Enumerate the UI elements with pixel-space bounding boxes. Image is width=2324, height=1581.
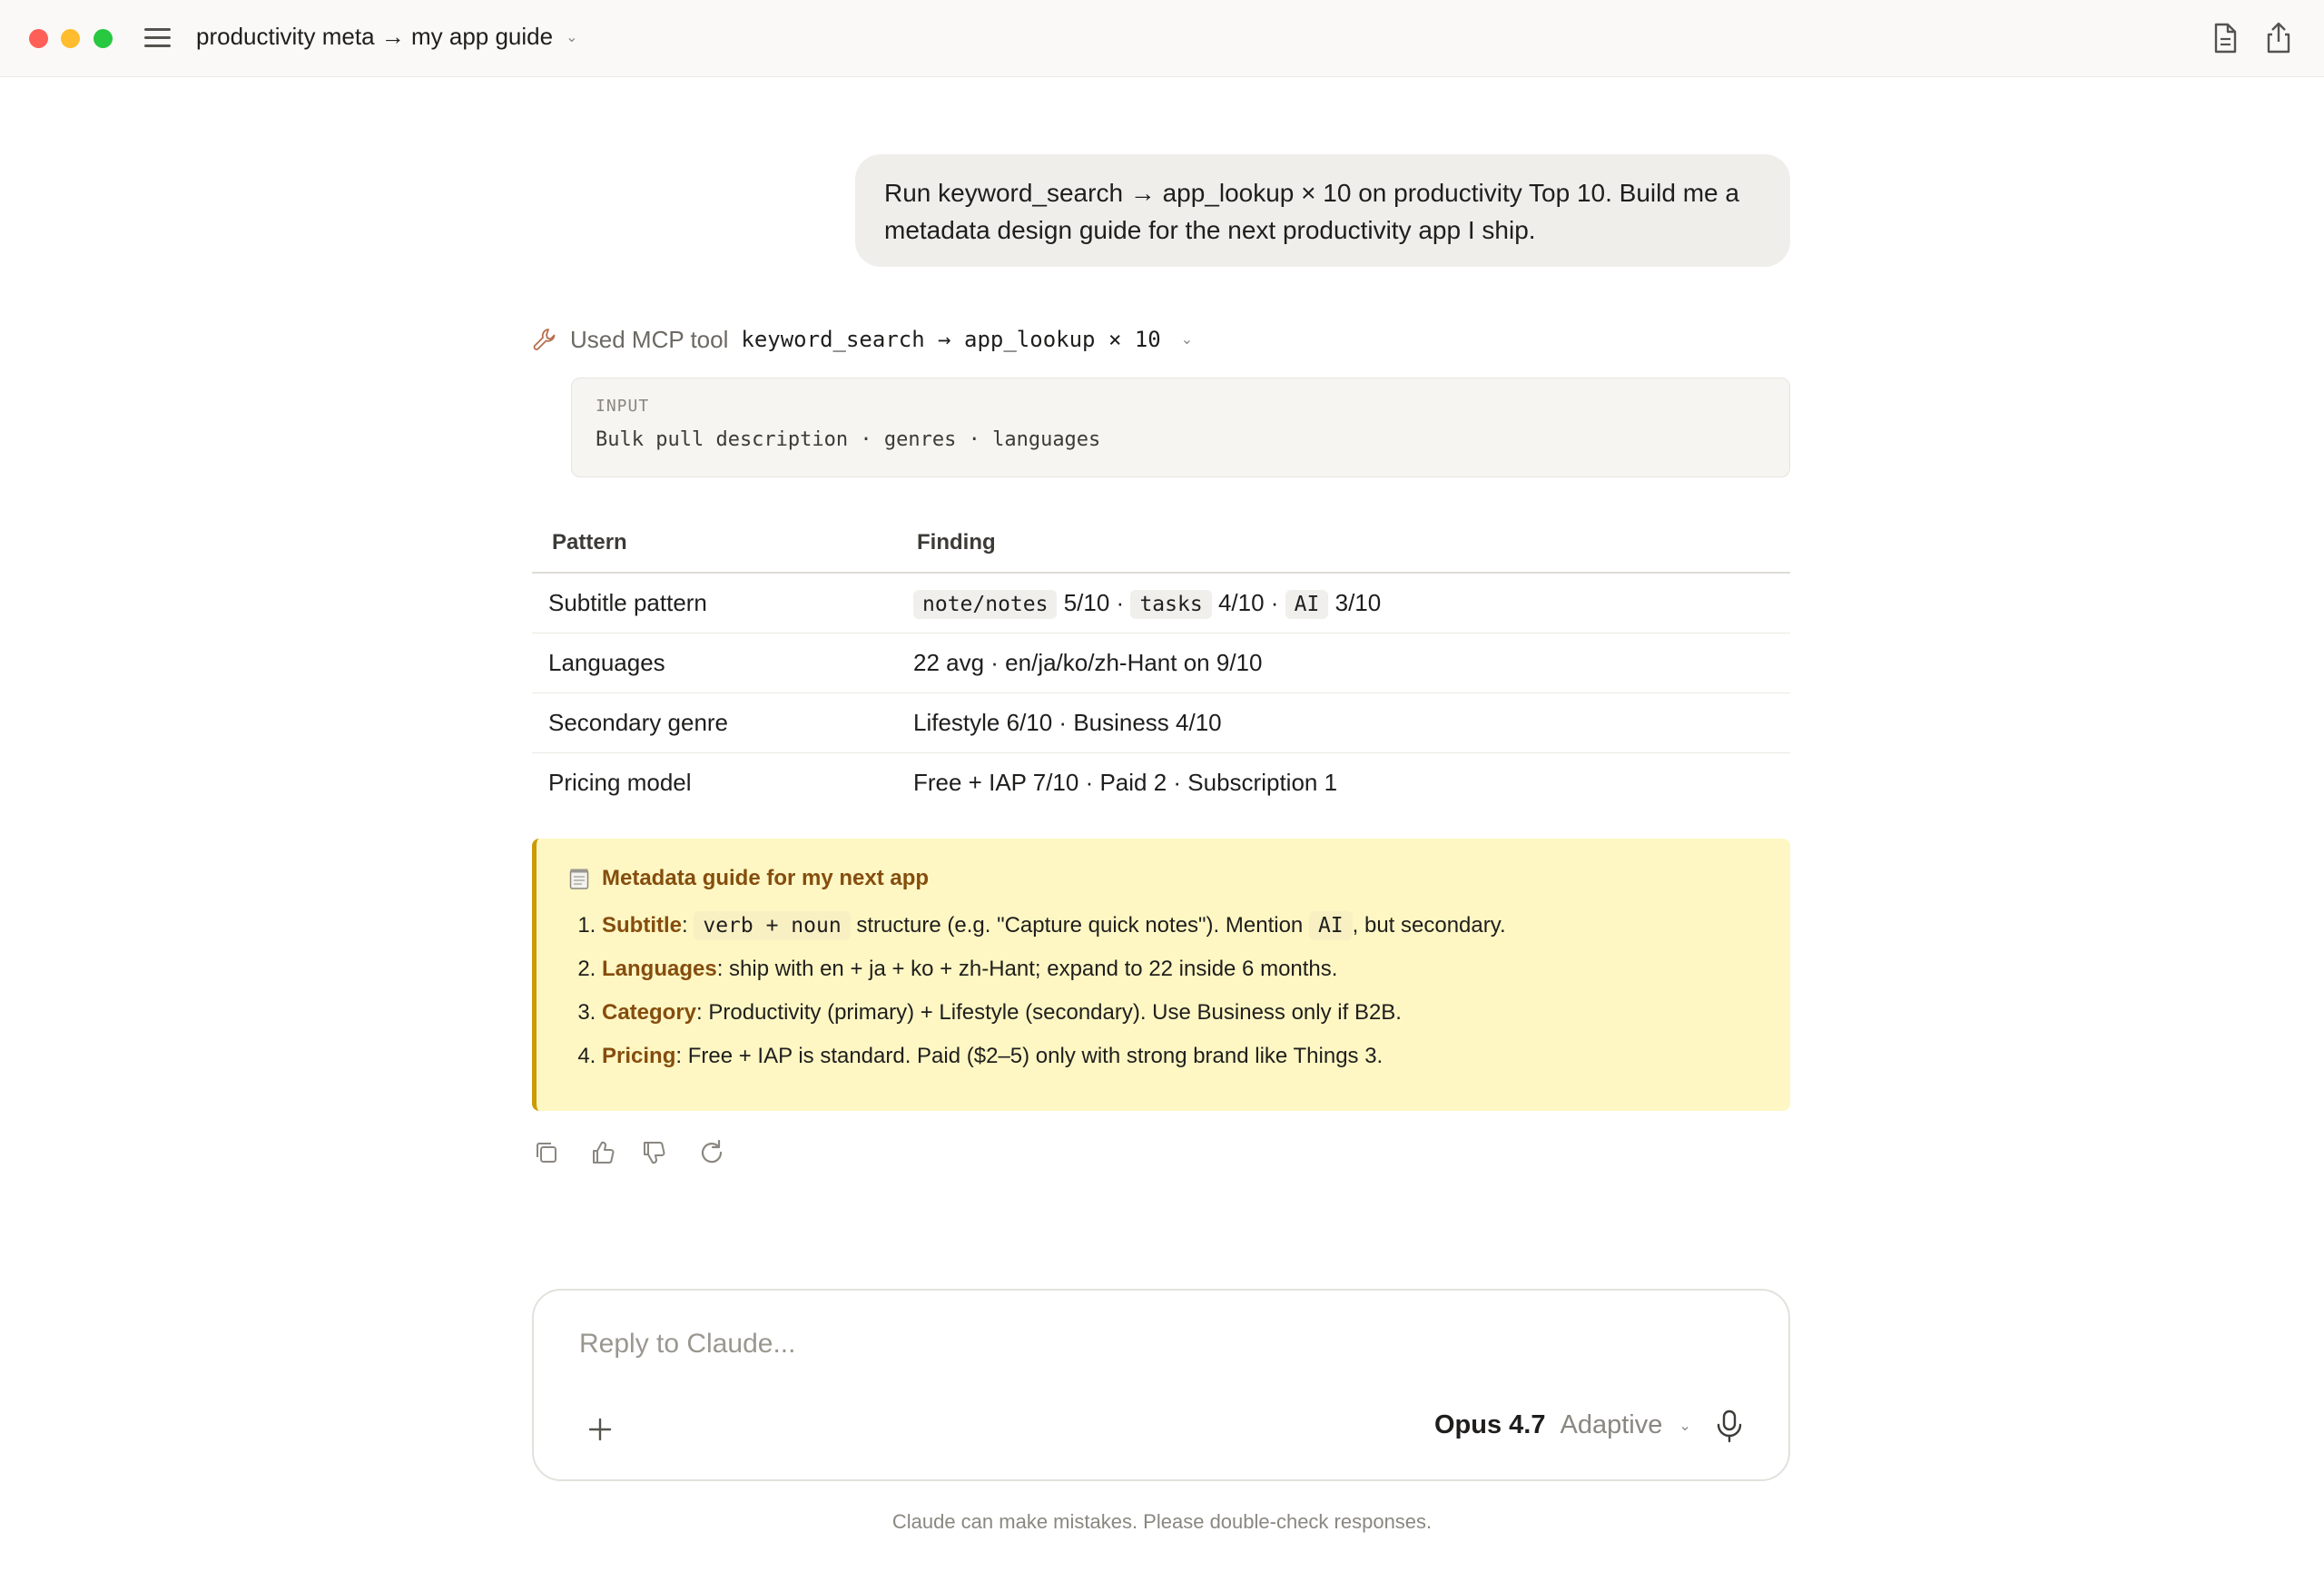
finding-text: 5/10 · — [1063, 589, 1125, 616]
finding-cell: Lifestyle 6/10 · Business 4/10 — [895, 692, 1790, 753]
finding-text: 3/10 — [1334, 589, 1382, 616]
copy-icon[interactable] — [532, 1138, 561, 1167]
inline-code: note/notes — [913, 590, 1058, 619]
reply-input[interactable]: Reply to Claude... — [579, 1329, 795, 1360]
findings-table: Pattern Finding Subtitle pattern note/no… — [532, 514, 1790, 812]
column-header-pattern: Pattern — [532, 514, 895, 574]
sidebar-menu-icon[interactable] — [142, 24, 174, 53]
guide-item-key: Languages — [602, 957, 717, 981]
inline-code: verb + noun — [694, 911, 851, 940]
pattern-cell: Pricing model — [548, 769, 692, 796]
minimize-window-button[interactable] — [61, 29, 80, 48]
title-bar: productivity meta → my app guide ⌄ — [0, 0, 2324, 77]
model-selector[interactable]: Opus 4.7 Adaptive ⌄ — [1434, 1410, 1691, 1440]
guide-title: Metadata guide for my next app — [602, 866, 930, 890]
table-header-row: Pattern Finding — [532, 514, 1790, 574]
guide-item-text: : Productivity (primary) + Lifestyle (se… — [696, 1000, 1402, 1025]
finding-cell: 22 avg · en/ja/ko/zh-Hant on 9/10 — [895, 633, 1790, 693]
pattern-cell: Secondary genre — [532, 692, 895, 753]
pattern-cell: Subtitle pattern — [532, 573, 895, 633]
guide-item-key: Pricing — [602, 1044, 676, 1068]
table-row: Pricing model Free + IAP 7/10 · Paid 2 ·… — [532, 753, 1790, 813]
chevron-down-icon: ⌄ — [566, 29, 578, 45]
wrench-icon — [533, 329, 556, 350]
finding-text: 4/10 · — [1217, 589, 1279, 616]
thumbs-up-icon[interactable] — [588, 1138, 617, 1167]
user-message: Run keyword_search → app_lookup × 10 on … — [855, 154, 1790, 267]
chevron-down-icon: ⌄ — [1679, 1418, 1691, 1434]
table-row: Languages 22 avg · en/ja/ko/zh-Hant on 9… — [532, 633, 1790, 693]
column-header-finding: Finding — [895, 514, 1790, 574]
disclaimer-text: Claude can make mistakes. Please double-… — [891, 1510, 1433, 1533]
close-window-button[interactable] — [29, 29, 48, 48]
conversation-title[interactable]: productivity meta → my app guide ⌄ — [196, 23, 577, 51]
guide-item-key: Subtitle — [602, 913, 682, 938]
tool-input-label: INPUT — [596, 397, 650, 416]
plus-icon[interactable] — [588, 1418, 612, 1441]
guide-heading: Metadata guide for my next app — [569, 866, 1790, 891]
inline-code: tasks — [1130, 590, 1212, 619]
table-row: Subtitle pattern note/notes 5/10 · tasks… — [532, 573, 1790, 633]
memo-icon — [569, 869, 589, 889]
guide-item-key: Category — [602, 1000, 697, 1025]
tool-name: keyword_search → app_lookup × 10 — [741, 327, 1161, 352]
finding-cell: Free + IAP 7/10 · Paid 2 · Subscription … — [913, 769, 1338, 796]
finding-cell: note/notes 5/10 · tasks 4/10 · AI 3/10 — [895, 573, 1790, 633]
tool-used-label: Used MCP tool — [570, 325, 729, 353]
tool-input-box: INPUT Bulk pull description · genres · l… — [571, 378, 1790, 477]
share-icon[interactable] — [2260, 20, 2297, 56]
guide-item-text: : ship with en + ja + ko + zh-Hant; expa… — [716, 957, 1338, 981]
model-mode: Adaptive — [1560, 1410, 1663, 1439]
thumbs-down-icon[interactable] — [639, 1138, 668, 1167]
guide-item-text: : Free + IAP is standard. Paid ($2–5) on… — [675, 1044, 1384, 1068]
model-name: Opus 4.7 — [1434, 1410, 1546, 1439]
guide-item-text: : — [682, 913, 694, 938]
list-item: Subtitle: verb + noun structure (e.g. "C… — [602, 904, 1790, 948]
guide-item-text: , but secondary. — [1352, 913, 1506, 938]
metadata-guide-callout: Metadata guide for my next app Subtitle:… — [532, 839, 1790, 1111]
microphone-icon[interactable] — [1714, 1409, 1745, 1443]
guide-list: Subtitle: verb + noun structure (e.g. "C… — [569, 904, 1790, 1078]
guide-item-text: structure (e.g. "Capture quick notes"). … — [850, 913, 1309, 938]
pattern-cell: Languages — [532, 633, 895, 693]
list-item: Pricing: Free + IAP is standard. Paid ($… — [602, 1035, 1790, 1078]
document-icon[interactable] — [2206, 20, 2242, 56]
list-item: Languages: ship with en + ja + ko + zh-H… — [602, 948, 1790, 991]
inline-code: AI — [1308, 911, 1353, 940]
chevron-down-icon: ⌄ — [1180, 332, 1194, 348]
table-row: Secondary genre Lifestyle 6/10 · Busines… — [532, 692, 1790, 753]
retry-icon[interactable] — [697, 1138, 726, 1167]
tool-use-toggle[interactable]: Used MCP tool keyword_search → app_looku… — [532, 323, 1193, 356]
maximize-window-button[interactable] — [94, 29, 113, 48]
conversation-title-text: productivity meta → my app guide — [196, 23, 554, 50]
reply-composer[interactable]: Reply to Claude... Opus 4.7 Adaptive ⌄ — [532, 1289, 1790, 1481]
inline-code: AI — [1285, 590, 1329, 619]
list-item: Category: Productivity (primary) + Lifes… — [602, 991, 1790, 1035]
tool-input-value: Bulk pull description · genres · languag… — [596, 428, 1101, 451]
